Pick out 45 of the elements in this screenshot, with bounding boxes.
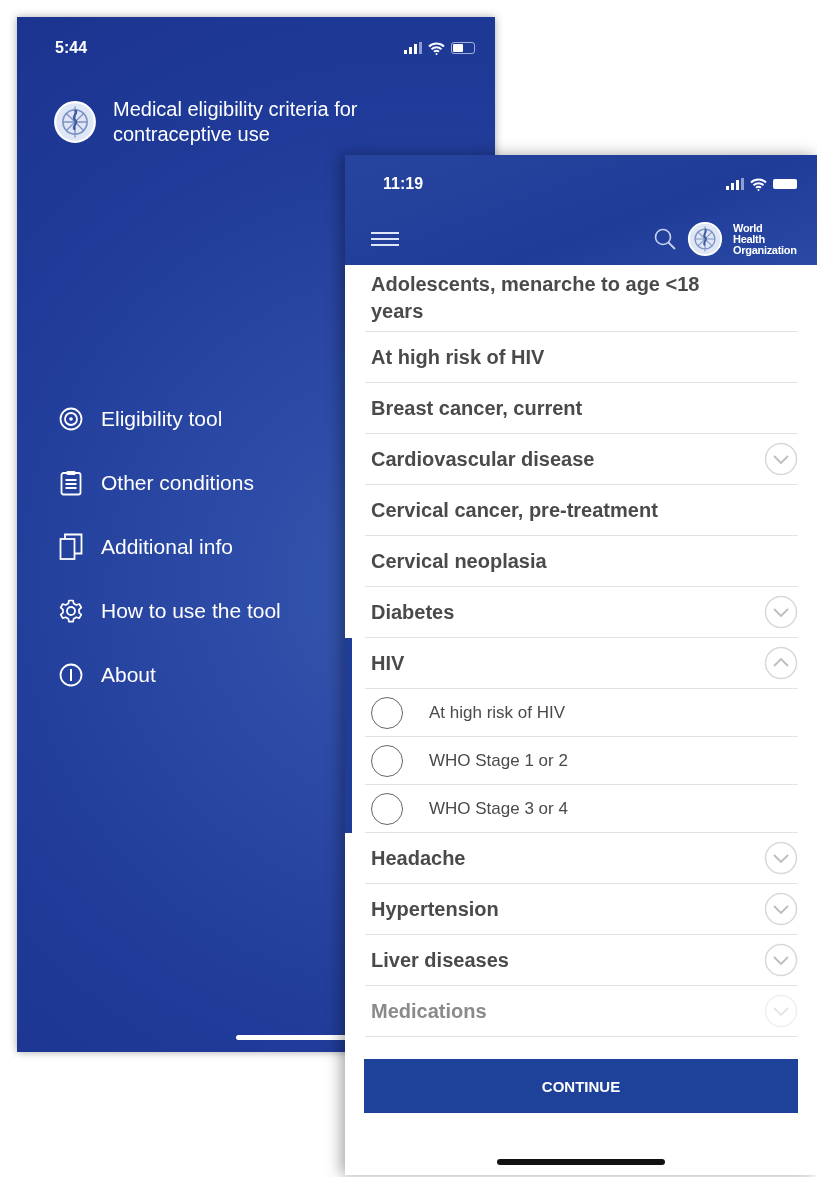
status-time: 5:44 bbox=[55, 39, 89, 57]
expand-icon[interactable] bbox=[764, 595, 798, 629]
condition-item[interactable]: HIV bbox=[371, 649, 405, 677]
continue-button[interactable]: CONTINUE bbox=[364, 1059, 798, 1113]
sub-condition-label: WHO Stage 1 or 2 bbox=[428, 750, 569, 771]
status-time: 11:19 bbox=[383, 175, 425, 193]
expand-icon[interactable] bbox=[764, 442, 798, 476]
condition-item[interactable]: Headache bbox=[371, 844, 466, 872]
gear-icon bbox=[59, 599, 83, 623]
condition-item[interactable]: Liver diseases bbox=[371, 946, 509, 974]
battery-icon bbox=[773, 179, 797, 189]
condition-item[interactable]: Diabetes bbox=[371, 598, 455, 626]
menu-item[interactable]: Additional info bbox=[101, 535, 233, 559]
collapse-icon[interactable] bbox=[764, 646, 798, 680]
menu-item[interactable]: Other conditions bbox=[101, 471, 254, 495]
emblem-icon bbox=[53, 100, 97, 144]
app-title: Medical eligibility criteria for contraceptive use bbox=[113, 97, 358, 147]
menu-icon[interactable] bbox=[371, 231, 399, 247]
signal-icon bbox=[404, 42, 422, 54]
target-icon bbox=[59, 407, 83, 431]
search-icon[interactable] bbox=[653, 227, 677, 251]
sub-condition-label: At high risk of HIV bbox=[428, 702, 567, 723]
expand-icon[interactable] bbox=[764, 943, 798, 977]
condition-item[interactable]: Cervical cancer, pre-treatment bbox=[371, 496, 658, 524]
condition-item[interactable]: Hypertension bbox=[371, 895, 499, 923]
signal-icon bbox=[726, 178, 744, 190]
battery-icon bbox=[451, 42, 475, 54]
wifi-icon bbox=[428, 41, 445, 55]
menu-item[interactable]: How to use the tool bbox=[101, 599, 281, 623]
condition-item[interactable]: At high risk of HIV bbox=[371, 343, 545, 371]
menu-item[interactable]: About bbox=[101, 663, 156, 687]
logo-text: World Health Organization bbox=[733, 222, 797, 256]
sub-condition-label: WHO Stage 3 or 4 bbox=[428, 798, 569, 819]
expand-icon[interactable] bbox=[764, 892, 798, 926]
emblem-icon bbox=[687, 221, 723, 257]
info-icon bbox=[59, 663, 83, 687]
expand-icon[interactable] bbox=[764, 841, 798, 875]
clipboard-icon bbox=[60, 470, 82, 496]
condition-item[interactable]: Cervical neoplasia bbox=[371, 547, 547, 575]
condition-item[interactable]: Cardiovascular disease bbox=[371, 445, 595, 473]
wifi-icon bbox=[750, 177, 767, 191]
condition-item[interactable]: Adolescents, menarche to age <18 years bbox=[371, 271, 711, 325]
condition-item[interactable]: Breast cancer, current bbox=[371, 394, 583, 422]
menu-item[interactable]: Eligibility tool bbox=[101, 407, 223, 431]
pages-icon bbox=[59, 533, 83, 561]
